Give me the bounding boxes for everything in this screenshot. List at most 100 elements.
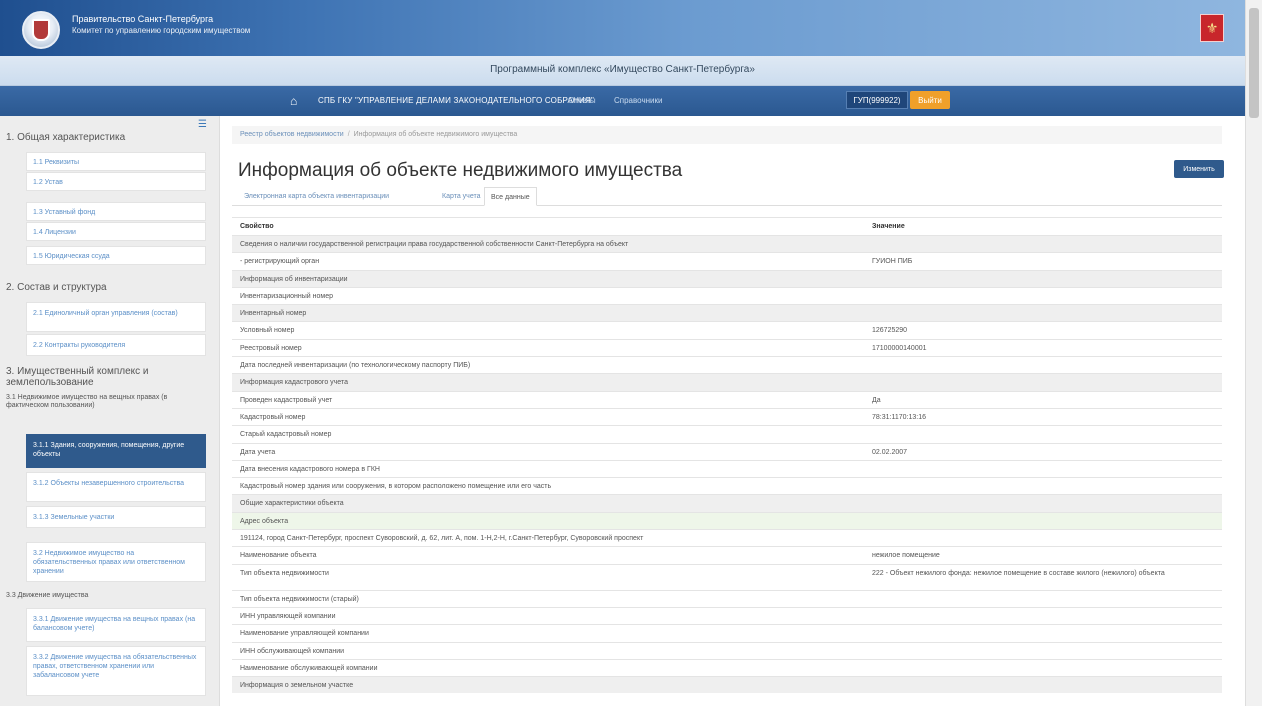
government-logo-icon[interactable] bbox=[22, 11, 60, 49]
table-row: Тип объекта недвижимости 222 - Объект неж… bbox=[232, 563, 1222, 590]
tab-accounting-card[interactable]: Карта учета bbox=[436, 187, 487, 206]
table-cell-value: 02.02.2007 bbox=[872, 448, 908, 456]
table-row: Реестровый номер 17100000140001 bbox=[232, 338, 1222, 356]
table-cell-property: - регистрирующий орган bbox=[240, 258, 320, 266]
table-row: Инвентаризационный номер bbox=[232, 286, 1222, 304]
table-cell-property: Наименование обслуживающей компании bbox=[240, 664, 378, 672]
tab-all-data[interactable]: Все данные bbox=[484, 187, 537, 206]
table-cell-value: 17100000140001 bbox=[872, 344, 927, 352]
sidebar-subsection-3-1-title: 3.1 Недвижимое имущество на вещных права… bbox=[6, 394, 168, 409]
table-row: 191124, город Санкт-Петербург, проспект … bbox=[232, 529, 1222, 546]
edit-button[interactable]: Изменить bbox=[1174, 160, 1224, 178]
table-row: Наименование обслуживающей компании bbox=[232, 658, 1222, 676]
table-row: - регистрирующий орган ГУИОН ПИБ bbox=[232, 252, 1222, 269]
table-header-row: Свойство Значение bbox=[232, 217, 1222, 235]
table-row: Проведен кадастровый учет Да bbox=[232, 390, 1222, 408]
table-cell-property: Сведения о наличии государственной регис… bbox=[240, 241, 629, 248]
table-cell-property: Условный номер bbox=[240, 327, 295, 335]
table-cell-property: ИНН управляющей компании bbox=[240, 612, 336, 620]
sidebar-item-3-1-3[interactable]: 3.1.3 Земельные участки bbox=[26, 506, 206, 528]
sidebar-item-2-1[interactable]: 2.1 Единоличный орган управления (состав… bbox=[26, 302, 206, 332]
sidebar-section-3-title-line-2: землепользование bbox=[6, 377, 94, 388]
breadcrumb-separator: / bbox=[347, 131, 350, 138]
sidebar-item-3-1-1[interactable]: 3.1.1 Здания, сооружения, помещения, дру… bbox=[26, 434, 206, 468]
table-row: Информация об инвентаризации bbox=[232, 269, 1222, 287]
sidebar-subsection-3-3-title: 3.3 Движение имущества bbox=[6, 592, 89, 599]
table-row: Дата внесения кадастрового номера в ГКН bbox=[232, 459, 1222, 477]
app-title: Программный комплекс «Имущество Санкт-Пе… bbox=[490, 64, 755, 75]
table-cell-property: Дата учета bbox=[240, 448, 276, 456]
sidebar-section-3-title-line-1: 3. Имущественный комплекс и bbox=[6, 366, 149, 377]
table-row: ИНН обслуживающей компании bbox=[232, 641, 1222, 659]
user-id-badge[interactable]: ГУП(999922) bbox=[846, 91, 908, 109]
table-cell-property: Информация о земельном участке bbox=[240, 682, 354, 690]
table-cell-property: Тип объекта недвижимости (старый) bbox=[240, 595, 359, 603]
nav-link-reports[interactable]: Отчеты bbox=[568, 96, 596, 105]
table-cell-value: 78:31:1170:13:16 bbox=[872, 413, 926, 421]
gov-line-1: Правительство Санкт-Петербурга bbox=[72, 14, 214, 24]
table-cell-property: Наименование объекта bbox=[240, 552, 317, 560]
breadcrumb-link-registry[interactable]: Реестр объектов недвижимости bbox=[240, 131, 344, 138]
sidebar-toggle-icon[interactable]: ☰ bbox=[198, 120, 208, 130]
table-row: Условный номер 126725290 bbox=[232, 321, 1222, 338]
breadcrumb-current: Информация об объекте недвижимого имущес… bbox=[353, 131, 518, 138]
column-header-property: Свойство bbox=[240, 223, 274, 230]
table-cell-value: 222 - Объект нежилого фонда: нежилое пом… bbox=[872, 569, 1165, 577]
government-title: Правительство Санкт-Петербурга Комитет п… bbox=[72, 14, 250, 36]
nav-organization-link[interactable]: СПБ ГКУ "УПРАВЛЕНИЕ ДЕЛАМИ ЗАКОНОДАТЕЛЬН… bbox=[318, 96, 594, 105]
table-row: Тип объекта недвижимости (старый) bbox=[232, 589, 1222, 607]
table-cell-property: Дата внесения кадастрового номера в ГКН bbox=[240, 465, 380, 473]
table-row: Наименование объекта нежилое помещение bbox=[232, 546, 1222, 563]
sidebar-item-1-4[interactable]: 1.4 Лицензии bbox=[26, 222, 206, 241]
gov-line-2: Комитет по управлению городским имуществ… bbox=[72, 26, 251, 35]
table-cell-property: Информация об инвентаризации bbox=[240, 275, 348, 283]
sidebar-item-1-2[interactable]: 1.2 Устав bbox=[26, 172, 206, 191]
sidebar-item-1-3[interactable]: 1.3 Уставный фонд bbox=[26, 202, 206, 221]
table-row: Адрес объекта bbox=[232, 511, 1222, 530]
scrollbar-thumb[interactable] bbox=[1249, 8, 1259, 118]
table-cell-value: Да bbox=[872, 396, 881, 404]
table-row: Инвентарный номер bbox=[232, 304, 1222, 322]
sidebar-item-2-2[interactable]: 2.2 Контракты руководителя bbox=[26, 334, 206, 356]
nav-link-directories[interactable]: Справочники bbox=[614, 96, 662, 105]
sidebar-item-1-1[interactable]: 1.1 Реквизиты bbox=[26, 152, 206, 171]
home-icon[interactable]: ⌂ bbox=[290, 94, 297, 108]
table-cell-property: ИНН обслуживающей компании bbox=[240, 647, 345, 655]
sidebar-section-1-title: 1. Общая характеристика bbox=[6, 132, 126, 143]
table-cell-property: Общие характеристики объекта bbox=[240, 500, 344, 508]
breadcrumb: Реестр объектов недвижимости / Информация … bbox=[232, 126, 1222, 144]
table-row: Кадастровый номер здания или сооружения,… bbox=[232, 477, 1222, 494]
table-row: Наименование управляющей компании bbox=[232, 624, 1222, 641]
tab-bar: Электронная карта объекта инвентаризации… bbox=[232, 187, 1222, 206]
tab-electronic-map[interactable]: Электронная карта объекта инвентаризации bbox=[238, 187, 395, 206]
page-title: Информация об объекте недвижимого имущес… bbox=[238, 160, 683, 181]
table-row: Дата учета 02.02.2007 bbox=[232, 442, 1222, 460]
table-cell-property: Адрес объекта bbox=[240, 517, 289, 525]
table-cell-property: Инвентарный номер bbox=[240, 310, 307, 318]
table-row: Общие характеристики объекта bbox=[232, 494, 1222, 512]
table-cell-property: Информация кадастрового учета bbox=[240, 379, 348, 387]
table-cell-property: Кадастровый номер bbox=[240, 413, 306, 421]
sidebar-section-2-title: 2. Состав и структура bbox=[6, 282, 107, 293]
table-row: Информация кадастрового учета bbox=[232, 373, 1222, 391]
table-row: Сведения о наличии государственной регис… bbox=[232, 235, 1222, 253]
sidebar-item-3-1-2[interactable]: 3.1.2 Объекты незавершенного строительст… bbox=[26, 472, 206, 502]
table-cell-value: нежилое помещение bbox=[872, 552, 940, 560]
sidebar: ☰ 1. Общая характеристика 1.1 Реквизиты … bbox=[0, 116, 220, 706]
properties-table: Свойство Значение Сведения о наличии гос… bbox=[232, 217, 1222, 694]
table-cell-property: Реестровый номер bbox=[240, 344, 302, 352]
sidebar-item-1-5[interactable]: 1.5 Юридическая ссуда bbox=[26, 246, 206, 265]
table-cell-property: Кадастровый номер здания или сооружения,… bbox=[240, 483, 552, 491]
table-cell-property: 191124, город Санкт-Петербург, проспект … bbox=[240, 535, 644, 543]
table-row: Информация о земельном участке bbox=[232, 676, 1222, 694]
table-cell-value: 126725290 bbox=[872, 327, 908, 335]
column-header-value: Значение bbox=[872, 223, 905, 230]
table-cell-property: Наименование управляющей компании bbox=[240, 630, 369, 638]
sidebar-item-3-2[interactable]: 3.2 Недвижимое имущество на обязательств… bbox=[26, 542, 206, 582]
vertical-scrollbar[interactable] bbox=[1245, 0, 1262, 706]
sidebar-item-3-3-1[interactable]: 3.3.1 Движение имущества на вещных права… bbox=[26, 608, 206, 642]
city-emblem-icon: ⚜ bbox=[1200, 14, 1224, 42]
sidebar-item-3-3-2[interactable]: 3.3.2 Движение имущества на обязательств… bbox=[26, 646, 206, 696]
exit-button[interactable]: Выйти bbox=[910, 91, 950, 109]
table-cell-property: Инвентаризационный номер bbox=[240, 292, 334, 300]
